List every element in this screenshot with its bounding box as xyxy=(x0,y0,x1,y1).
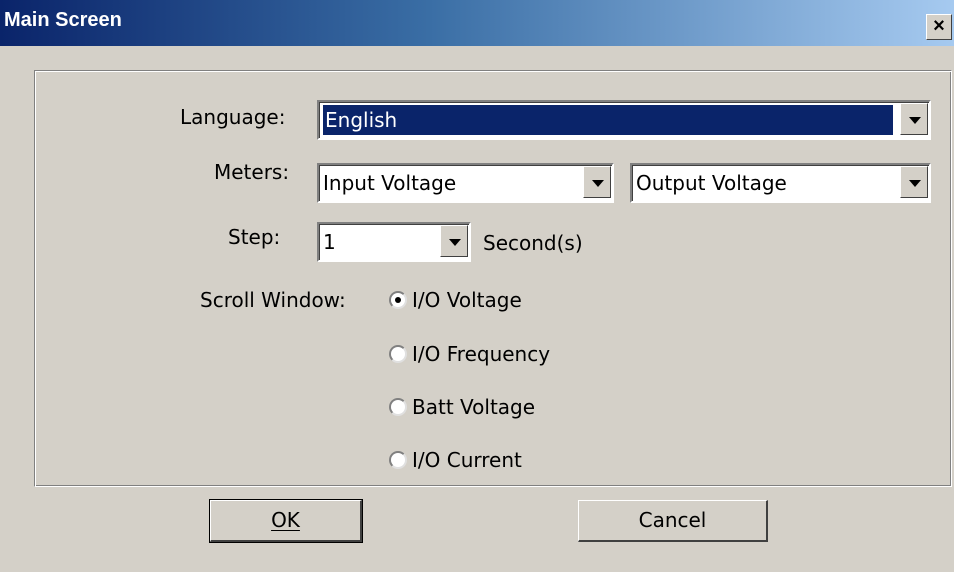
radio-label: I/O Current xyxy=(412,448,522,472)
meter1-value: Input Voltage xyxy=(323,171,457,195)
radio-label: Batt Voltage xyxy=(412,395,536,419)
meter2-select[interactable]: Output Voltage xyxy=(630,163,931,203)
chevron-down-icon xyxy=(909,117,921,124)
radio-selected-dot xyxy=(395,297,401,303)
cancel-button-label: Cancel xyxy=(638,508,707,532)
main-screen-dialog: Main Screen × Language: English Meters: … xyxy=(0,0,954,572)
step-dropdown-button[interactable] xyxy=(440,225,468,257)
chevron-down-icon xyxy=(909,180,921,187)
chevron-down-icon xyxy=(449,239,461,246)
radio-label: I/O Frequency xyxy=(412,342,551,366)
scroll-window-label: Scroll Window: xyxy=(200,288,346,312)
radio-label: I/O Voltage xyxy=(412,288,522,312)
meter1-dropdown-button[interactable] xyxy=(583,166,611,198)
step-value: 1 xyxy=(323,230,336,254)
language-value: English xyxy=(323,105,893,135)
chevron-down-icon xyxy=(592,180,604,187)
step-unit-label: Second(s) xyxy=(483,231,583,255)
radio-button[interactable] xyxy=(389,291,407,309)
title-bar[interactable]: Main Screen × xyxy=(0,0,954,46)
window-title: Main Screen xyxy=(4,9,122,31)
close-icon: × xyxy=(933,15,945,37)
ok-button[interactable]: OK xyxy=(209,499,363,543)
ok-button-label: OK xyxy=(271,508,300,532)
radio-button[interactable] xyxy=(389,398,407,416)
meter1-select[interactable]: Input Voltage xyxy=(317,163,614,203)
close-button[interactable]: × xyxy=(926,14,952,40)
language-select[interactable]: English xyxy=(317,100,931,140)
meter2-dropdown-button[interactable] xyxy=(900,166,928,198)
language-label: Language: xyxy=(180,105,286,129)
language-dropdown-button[interactable] xyxy=(900,103,928,135)
cancel-button[interactable]: Cancel xyxy=(578,500,768,542)
step-select[interactable]: 1 xyxy=(317,222,471,262)
meter2-value: Output Voltage xyxy=(636,171,787,195)
meters-label: Meters: xyxy=(214,160,290,184)
radio-button[interactable] xyxy=(389,451,407,469)
radio-button[interactable] xyxy=(389,345,407,363)
step-label: Step: xyxy=(228,225,281,249)
